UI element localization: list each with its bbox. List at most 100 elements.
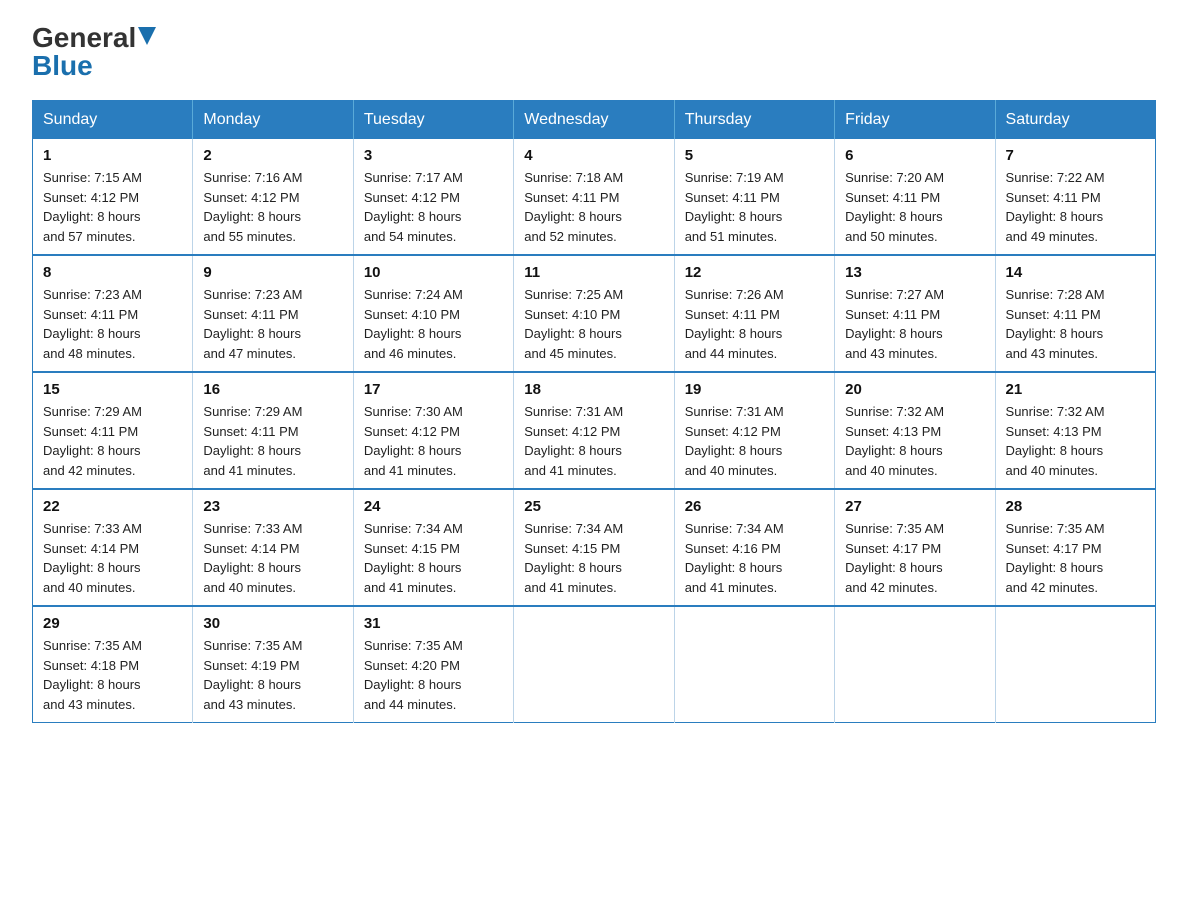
day-number: 21 [1006,381,1145,398]
day-info: Sunrise: 7:32 AMSunset: 4:13 PMDaylight:… [1006,404,1105,478]
day-info: Sunrise: 7:17 AMSunset: 4:12 PMDaylight:… [364,170,463,244]
calendar-cell: 3 Sunrise: 7:17 AMSunset: 4:12 PMDaylight… [353,139,513,255]
day-number: 3 [364,147,503,164]
calendar-cell: 20 Sunrise: 7:32 AMSunset: 4:13 PMDayligh… [835,372,995,489]
calendar-cell: 28 Sunrise: 7:35 AMSunset: 4:17 PMDayligh… [995,489,1155,606]
calendar-cell: 1 Sunrise: 7:15 AMSunset: 4:12 PMDaylight… [33,139,193,255]
day-info: Sunrise: 7:32 AMSunset: 4:13 PMDaylight:… [845,404,944,478]
day-info: Sunrise: 7:16 AMSunset: 4:12 PMDaylight:… [203,170,302,244]
day-number: 20 [845,381,984,398]
day-info: Sunrise: 7:33 AMSunset: 4:14 PMDaylight:… [203,521,302,595]
calendar-cell: 16 Sunrise: 7:29 AMSunset: 4:11 PMDayligh… [193,372,353,489]
day-info: Sunrise: 7:22 AMSunset: 4:11 PMDaylight:… [1006,170,1105,244]
day-number: 16 [203,381,342,398]
calendar-cell: 26 Sunrise: 7:34 AMSunset: 4:16 PMDayligh… [674,489,834,606]
calendar-cell: 29 Sunrise: 7:35 AMSunset: 4:18 PMDayligh… [33,606,193,723]
day-number: 8 [43,264,182,281]
day-number: 22 [43,498,182,515]
day-number: 10 [364,264,503,281]
day-info: Sunrise: 7:31 AMSunset: 4:12 PMDaylight:… [524,404,623,478]
calendar-cell: 23Sunrise: 7:33 AMSunset: 4:14 PMDayligh… [193,489,353,606]
day-info: Sunrise: 7:26 AMSunset: 4:11 PMDaylight:… [685,287,784,361]
calendar-cell: 24Sunrise: 7:34 AMSunset: 4:15 PMDayligh… [353,489,513,606]
calendar-cell: 2 Sunrise: 7:16 AMSunset: 4:12 PMDaylight… [193,139,353,255]
day-number: 28 [1006,498,1145,515]
day-info: Sunrise: 7:35 AMSunset: 4:17 PMDaylight:… [1006,521,1105,595]
logo-general-text: General [32,24,136,52]
day-info: Sunrise: 7:28 AMSunset: 4:11 PMDaylight:… [1006,287,1105,361]
calendar-cell: 10 Sunrise: 7:24 AMSunset: 4:10 PMDayligh… [353,255,513,372]
day-info: Sunrise: 7:34 AMSunset: 4:15 PMDaylight:… [364,521,463,595]
day-number: 19 [685,381,824,398]
calendar-cell [995,606,1155,723]
calendar-cell: 12 Sunrise: 7:26 AMSunset: 4:11 PMDayligh… [674,255,834,372]
day-info: Sunrise: 7:34 AMSunset: 4:16 PMDaylight:… [685,521,784,595]
calendar-cell: 25 Sunrise: 7:34 AMSunset: 4:15 PMDayligh… [514,489,674,606]
calendar-cell: 8 Sunrise: 7:23 AMSunset: 4:11 PMDaylight… [33,255,193,372]
calendar-cell: 17 Sunrise: 7:30 AMSunset: 4:12 PMDayligh… [353,372,513,489]
calendar-cell: 4 Sunrise: 7:18 AMSunset: 4:11 PMDaylight… [514,139,674,255]
day-number: 26 [685,498,824,515]
day-info: Sunrise: 7:35 AMSunset: 4:18 PMDaylight:… [43,638,142,712]
logo-arrow-icon [138,27,156,45]
day-info: Sunrise: 7:33 AMSunset: 4:14 PMDaylight:… [43,521,142,595]
day-number: 30 [203,615,342,632]
calendar-header-row: SundayMondayTuesdayWednesdayThursdayFrid… [33,101,1156,140]
calendar-header-sunday: Sunday [33,101,193,140]
calendar-cell: 15Sunrise: 7:29 AMSunset: 4:11 PMDayligh… [33,372,193,489]
day-number: 1 [43,147,182,164]
day-info: Sunrise: 7:25 AMSunset: 4:10 PMDaylight:… [524,287,623,361]
calendar-cell: 30Sunrise: 7:35 AMSunset: 4:19 PMDayligh… [193,606,353,723]
calendar-cell: 18 Sunrise: 7:31 AMSunset: 4:12 PMDayligh… [514,372,674,489]
day-number: 18 [524,381,663,398]
day-info: Sunrise: 7:31 AMSunset: 4:12 PMDaylight:… [685,404,784,478]
calendar-cell: 19 Sunrise: 7:31 AMSunset: 4:12 PMDayligh… [674,372,834,489]
day-info: Sunrise: 7:18 AMSunset: 4:11 PMDaylight:… [524,170,623,244]
day-info: Sunrise: 7:30 AMSunset: 4:12 PMDaylight:… [364,404,463,478]
calendar-week-row: 29 Sunrise: 7:35 AMSunset: 4:18 PMDayligh… [33,606,1156,723]
calendar-table: SundayMondayTuesdayWednesdayThursdayFrid… [32,100,1156,723]
day-info: Sunrise: 7:15 AMSunset: 4:12 PMDaylight:… [43,170,142,244]
calendar-cell: 21 Sunrise: 7:32 AMSunset: 4:13 PMDayligh… [995,372,1155,489]
day-number: 17 [364,381,503,398]
day-number: 4 [524,147,663,164]
day-number: 31 [364,615,503,632]
day-info: Sunrise: 7:27 AMSunset: 4:11 PMDaylight:… [845,287,944,361]
logo: General Blue [32,24,156,80]
calendar-header-monday: Monday [193,101,353,140]
day-info: Sunrise: 7:35 AMSunset: 4:20 PMDaylight:… [364,638,463,712]
calendar-cell: 31 Sunrise: 7:35 AMSunset: 4:20 PMDayligh… [353,606,513,723]
day-info: Sunrise: 7:34 AMSunset: 4:15 PMDaylight:… [524,521,623,595]
calendar-header-friday: Friday [835,101,995,140]
day-number: 2 [203,147,342,164]
day-number: 15 [43,381,182,398]
calendar-cell [674,606,834,723]
day-number: 25 [524,498,663,515]
calendar-header-wednesday: Wednesday [514,101,674,140]
calendar-cell: 27 Sunrise: 7:35 AMSunset: 4:17 PMDayligh… [835,489,995,606]
day-info: Sunrise: 7:24 AMSunset: 4:10 PMDaylight:… [364,287,463,361]
calendar-header-tuesday: Tuesday [353,101,513,140]
calendar-header-saturday: Saturday [995,101,1155,140]
day-info: Sunrise: 7:29 AMSunset: 4:11 PMDaylight:… [203,404,302,478]
page-header: General Blue [32,24,1156,80]
calendar-week-row: 1 Sunrise: 7:15 AMSunset: 4:12 PMDaylight… [33,139,1156,255]
day-number: 29 [43,615,182,632]
calendar-cell: 22 Sunrise: 7:33 AMSunset: 4:14 PMDayligh… [33,489,193,606]
calendar-week-row: 22 Sunrise: 7:33 AMSunset: 4:14 PMDayligh… [33,489,1156,606]
logo-blue-text: Blue [32,52,93,80]
day-info: Sunrise: 7:23 AMSunset: 4:11 PMDaylight:… [43,287,142,361]
calendar-week-row: 15 Sunrise: 7:29 AMSunset: 4:11 PMDayligh… [33,372,1156,489]
day-number: 6 [845,147,984,164]
calendar-cell: 14 Sunrise: 7:28 AMSunset: 4:11 PMDayligh… [995,255,1155,372]
day-number: 14 [1006,264,1145,281]
day-info: Sunrise: 7:20 AMSunset: 4:11 PMDaylight:… [845,170,944,244]
calendar-week-row: 8 Sunrise: 7:23 AMSunset: 4:11 PMDaylight… [33,255,1156,372]
calendar-cell: 7Sunrise: 7:22 AMSunset: 4:11 PMDaylight… [995,139,1155,255]
day-number: 27 [845,498,984,515]
calendar-cell: 13Sunrise: 7:27 AMSunset: 4:11 PMDayligh… [835,255,995,372]
calendar-cell: 6 Sunrise: 7:20 AMSunset: 4:11 PMDaylight… [835,139,995,255]
day-number: 12 [685,264,824,281]
day-number: 11 [524,264,663,281]
day-info: Sunrise: 7:35 AMSunset: 4:17 PMDaylight:… [845,521,944,595]
